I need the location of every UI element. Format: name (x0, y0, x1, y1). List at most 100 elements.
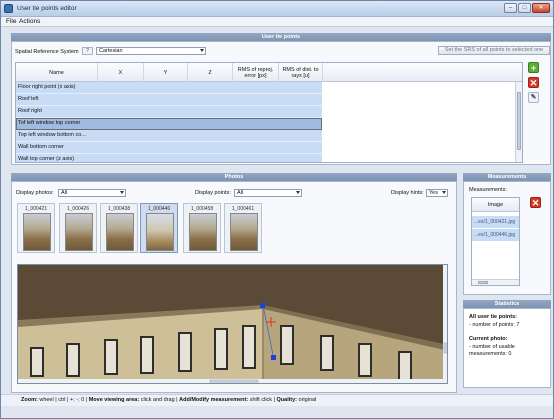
display-points-combo[interactable]: All (234, 189, 302, 197)
chevron-down-icon (200, 49, 204, 52)
thumbnail-label: 1_000421 (24, 206, 48, 212)
stats-current-line1: - number of usable (469, 344, 515, 350)
thumbnail-image (230, 213, 258, 251)
srs-label: Spatial Reference System (15, 49, 79, 55)
display-points-value: All (237, 190, 244, 196)
building-photo (18, 265, 447, 383)
display-points-label: Display points: (195, 190, 231, 196)
table-scrollbar[interactable] (515, 82, 522, 162)
column-header-z[interactable]: Z (188, 63, 233, 82)
display-photos-value: All (61, 190, 68, 196)
status-quality-label: Quality: (276, 397, 298, 403)
measurements-label: Measurements: (469, 187, 507, 193)
rename-point-icon[interactable]: ✎ (528, 92, 539, 103)
photo-thumbnail[interactable]: 1_000426 (59, 203, 97, 253)
chevron-down-icon (296, 191, 300, 194)
thumbnail-image (106, 213, 134, 251)
column-header-rms-reproj[interactable]: RMS of reproj. error [px] (233, 63, 279, 82)
stats-current-line2: measurements: 0 (469, 351, 512, 357)
measurements-header: Measurements (463, 173, 551, 181)
srs-help-icon[interactable]: ? (82, 47, 93, 55)
status-zoom-label: Zoom: (21, 397, 38, 403)
table-row[interactable]: Top left window bottom co... (16, 130, 322, 142)
table-row[interactable]: Roof right (16, 106, 322, 118)
column-header-name[interactable]: Name (16, 63, 98, 82)
menu-bar: File Actions (1, 17, 553, 27)
thumbnail-label: 1_000438 (107, 206, 131, 212)
photos-header: Photos (11, 173, 457, 181)
thumbnail-label: 1_000458 (190, 206, 214, 212)
thumbnail-label: 1_000426 (66, 206, 90, 212)
scrollbar-thumb[interactable] (517, 92, 521, 150)
table-row[interactable]: Roof left (16, 94, 322, 106)
set-srs-button[interactable]: Set the SRS of all points to selected on… (438, 46, 550, 55)
photo-thumbnail[interactable]: 1_000421 (17, 203, 55, 253)
column-header-image[interactable]: Image (472, 198, 519, 212)
list-scrollbar[interactable] (472, 279, 519, 285)
measurements-panel: Measurements: Image ...es/1_000421.jpg .… (463, 181, 551, 295)
tie-points-table: Name X Y Z RMS of reproj. error [px] RMS… (15, 62, 523, 163)
display-hints-label: Display hints: (391, 190, 424, 196)
photo-thumbnail[interactable]: 1_000438 (100, 203, 138, 253)
table-row[interactable]: Floor right point (x axis) (16, 82, 322, 94)
app-icon (4, 4, 13, 13)
measurement-marker (260, 303, 265, 308)
photo-thumbnail-selected[interactable]: 1_000446 (140, 203, 178, 253)
measurements-list: Image ...es/1_000421.jpg ...es/1_000446.… (471, 197, 520, 286)
list-item[interactable]: ...es/1_000446.jpg (472, 229, 519, 241)
thumbnail-label: 1_000461 (231, 206, 255, 212)
maximize-button[interactable]: □ (518, 3, 531, 13)
close-button[interactable]: ✕ (532, 3, 550, 13)
main-window: User tie points editor – □ ✕ File Action… (0, 0, 554, 419)
srs-combo-value: Cartesian (99, 48, 123, 54)
stats-all-points: - number of points: 7 (469, 322, 520, 328)
table-row[interactable]: Wall bottom corner (16, 142, 322, 154)
photo-viewer[interactable] (17, 264, 448, 384)
delete-measurement-icon[interactable]: ✕ (530, 197, 541, 208)
stats-current-title: Current photo: (469, 336, 508, 342)
measurement-marker (271, 355, 276, 360)
status-move-label: Move viewing area: (88, 397, 140, 403)
statistics-panel: All user tie points: - number of points:… (463, 308, 551, 388)
stats-all-title: All user tie points: (469, 314, 517, 320)
display-photos-combo[interactable]: All (58, 189, 126, 197)
photos-panel: Display photos: All Display points: All … (11, 181, 457, 393)
chevron-down-icon (120, 191, 124, 194)
photo-thumbnail[interactable]: 1_000461 (224, 203, 262, 253)
display-hints-combo[interactable]: Yes (426, 189, 448, 197)
chevron-down-icon (442, 191, 446, 194)
thumbnail-image (65, 213, 93, 251)
thumbnail-image (23, 213, 51, 251)
display-photos-label: Display photos: (16, 190, 54, 196)
display-hints-value: Yes (429, 190, 438, 196)
table-header: Name X Y Z RMS of reproj. error [px] RMS… (16, 63, 522, 82)
title-bar: User tie points editor – □ ✕ (1, 1, 553, 17)
srs-combo[interactable]: Cartesian (96, 47, 206, 55)
minimize-button[interactable]: – (504, 3, 517, 13)
table-row[interactable]: Wall top corner (z axis) (16, 154, 322, 162)
status-bar: Zoom: wheel | ctrl | +; -; 0 | Move view… (1, 394, 553, 406)
column-header-rms-dist[interactable]: RMS of dist. to rays [u] (279, 63, 323, 82)
menu-actions[interactable]: Actions (19, 18, 40, 25)
tie-points-panel: Spatial Reference System ? Cartesian Set… (11, 41, 551, 165)
thumbnail-image (146, 213, 174, 251)
table-row-selected[interactable]: Tof left window top corner (16, 118, 322, 130)
thumbnail-label: 1_000446 (147, 206, 171, 212)
status-add-value: shift click | (249, 397, 275, 403)
status-add-label: Add/Modify measurement: (179, 397, 249, 403)
statistics-header: Statistics (463, 300, 551, 308)
status-zoom-value: wheel | ctrl | +; -; 0 | (39, 397, 88, 403)
thumbnail-image (189, 213, 217, 251)
status-move-value: click and drag | (140, 397, 178, 403)
delete-point-icon[interactable]: ✕ (528, 77, 539, 88)
photo-thumbnail[interactable]: 1_000458 (183, 203, 221, 253)
tie-points-header: User tie points (11, 33, 551, 41)
status-quality-value: original (298, 397, 317, 403)
column-header-x[interactable]: X (98, 63, 144, 82)
scrollbar-thumb[interactable] (478, 281, 488, 284)
column-header-y[interactable]: Y (144, 63, 188, 82)
list-item[interactable]: ...es/1_000421.jpg (472, 216, 519, 228)
window-title: User tie points editor (17, 5, 77, 12)
add-point-icon[interactable]: + (528, 62, 539, 73)
menu-file[interactable]: File (6, 18, 16, 25)
